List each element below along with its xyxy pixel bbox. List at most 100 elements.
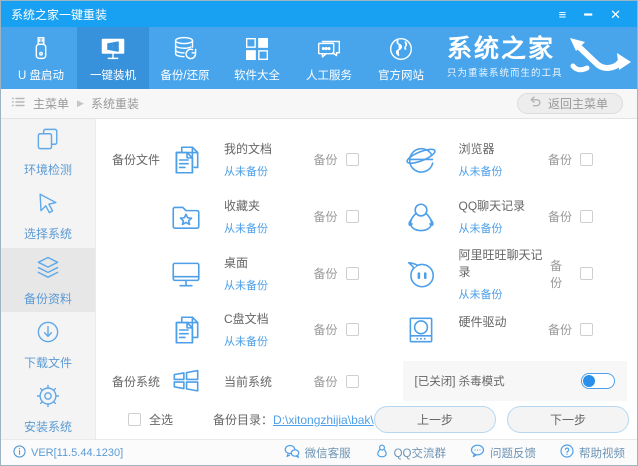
backup-item-status: 从未备份 [224,280,268,292]
backup-checkbox[interactable] [580,153,593,166]
backup-item-favorites: 收藏夹 从未备份 备份 [168,197,403,236]
window-title: 系统之家一键重装 [11,7,108,22]
qq-penguin-icon [403,200,439,234]
backup-item-title: 我的文档 [224,142,273,156]
backup-label: 备份 [313,267,338,281]
minimize-icon[interactable]: ━ [584,8,592,21]
backup-item-status [459,336,507,347]
sidebar-item-select-system[interactable]: 选择系统 [1,183,95,247]
sidebar-item-env-check[interactable]: 环境检测 [1,119,95,183]
backup-item-status: 从未备份 [224,223,268,235]
antivirus-mode-label: [已关闭] 杀毒模式 [414,376,505,388]
main-panel: 备份文件 我的文档 从未备份 备份 浏览器 从未备份 备份 收藏夹 从未备份 备… [96,119,637,441]
wechat-support-link[interactable]: 微信客服 [284,444,351,461]
footer-link-label: 问题反馈 [490,447,536,460]
backup-checkbox[interactable] [345,323,359,336]
backup-item-my-documents: 我的文档 从未备份 备份 [168,140,403,179]
nav-tab-label: 人工服务 [306,69,352,82]
monitor-windows-icon [98,34,128,64]
swoosh-arrows-icon [567,27,633,89]
backup-item-status: 从未备份 [458,166,503,178]
backup-checkbox[interactable] [580,267,593,280]
nav-tab-software[interactable]: 软件大全 [221,27,293,89]
nav-tab-support[interactable]: 人工服务 [293,27,365,89]
backup-item-c-drive-docs: C盘文档 从未备份 备份 [168,310,403,349]
nav-tab-website[interactable]: 官方网站 [365,27,437,89]
breadcrumb-separator-icon: ▶ [77,98,84,108]
qq-icon [375,444,389,461]
sidebar: 环境检测 选择系统 备份资料 下载文件 安装系统 [1,119,96,441]
sidebar-item-label: 备份资料 [23,291,72,306]
close-icon[interactable]: ✕ [610,8,621,21]
squares-grid-icon [242,34,272,64]
antivirus-toggle[interactable] [581,373,615,389]
sidebar-item-label: 环境检测 [23,162,72,177]
backup-checkbox[interactable] [345,153,359,166]
nav-tab-label: 官方网站 [378,69,424,82]
question-circle-icon [560,444,574,461]
backup-checkbox[interactable] [580,323,593,336]
backup-item-current-system: 当前系统 备份 [168,364,403,398]
next-step-button[interactable]: 下一步 [507,406,629,433]
backup-item-title: 浏览器 [458,142,495,156]
backup-item-status: 从未备份 [458,223,503,235]
backup-item-title: 收藏夹 [224,199,261,213]
nav-tab-usb-boot[interactable]: U 盘启动 [5,27,77,89]
info-icon [13,444,26,461]
backup-checkbox[interactable] [345,267,359,280]
top-nav: U 盘启动 一键装机 备份/还原 软件大全 人工服务 官方网站 系统之家 只为重… [1,27,637,89]
sidebar-item-install-system[interactable]: 安装系统 [1,377,95,441]
backup-row: 桌面 从未备份 备份 阿里旺旺聊天记录 从未备份 备份 [104,245,637,302]
back-arrow-icon [527,95,542,112]
back-to-main-menu-button[interactable]: 返回主菜单 [516,93,623,114]
footer-link-label: 微信客服 [304,447,351,460]
ie-browser-icon [403,143,439,177]
bottom-controls: 全选 备份目录： D:\xitongzhijia\bak\ 上一步 下一步 [104,406,637,433]
brand-title: 系统之家 [447,35,556,63]
title-bar: 系统之家一键重装 ≡ ━ ✕ [1,1,637,27]
prev-step-button[interactable]: 上一步 [374,406,496,433]
backup-label: 备份 [547,323,572,337]
help-videos-link[interactable]: 帮助视频 [560,444,625,461]
usb-drive-icon [26,34,56,64]
nav-tab-backup-restore[interactable]: 备份/还原 [149,27,221,89]
backup-label: 备份 [313,210,338,224]
nav-tab-one-key-install[interactable]: 一键装机 [77,27,149,89]
status-bar: VER[11.5.44.1230] 微信客服 QQ交流群 问题反馈 帮助视频 [1,439,637,465]
backup-label: 备份 [547,153,572,167]
download-icon [34,318,62,349]
backup-checkbox[interactable] [345,374,359,388]
backup-item-hardware-drivers: 硬件驱动 备份 [403,313,638,347]
antivirus-cell: [已关闭] 杀毒模式 [402,361,638,401]
backup-item-status: 从未备份 [224,166,268,178]
wangwang-icon [403,257,439,291]
backup-item-title: 阿里旺旺聊天记录 [458,247,543,279]
breadcrumb: 主菜单 ▶ 系统重装 返回主菜单 [1,89,637,119]
nav-tab-label: U 盘启动 [18,69,64,82]
backup-dir-link[interactable]: D:\xitongzhijia\bak\ [273,413,374,427]
breadcrumb-current: 系统重装 [90,97,139,111]
sidebar-item-download-files[interactable]: 下载文件 [1,312,95,376]
backup-checkbox[interactable] [345,210,359,223]
backup-item-title: 桌面 [224,256,249,270]
sidebar-item-label: 选择系统 [23,227,72,242]
backup-label: 备份 [313,374,338,389]
backup-item-title: 当前系统 [224,374,273,389]
antivirus-mode-box: [已关闭] 杀毒模式 [402,361,627,401]
sidebar-item-backup-data[interactable]: 备份资料 [1,247,95,313]
feedback-link[interactable]: 问题反馈 [470,444,536,461]
select-all-checkbox[interactable] [128,413,141,426]
back-button-label: 返回主菜单 [547,97,608,111]
section-backup-system-label: 备份系统 [112,374,161,389]
backup-item-title: 硬件驱动 [458,314,507,329]
backup-checkbox[interactable] [580,210,593,223]
breadcrumb-root[interactable]: 主菜单 [33,95,69,112]
nav-tab-label: 备份/还原 [160,69,210,82]
cursor-icon [34,189,62,220]
qq-group-link[interactable]: QQ交流群 [375,444,446,461]
database-restore-icon [170,34,200,64]
backup-row: 收藏夹 从未备份 备份 QQ聊天记录 从未备份 备份 [104,188,637,245]
menu-icon[interactable]: ≡ [559,8,567,21]
window-controls: ≡ ━ ✕ [559,8,627,21]
layers-icon [34,254,62,285]
